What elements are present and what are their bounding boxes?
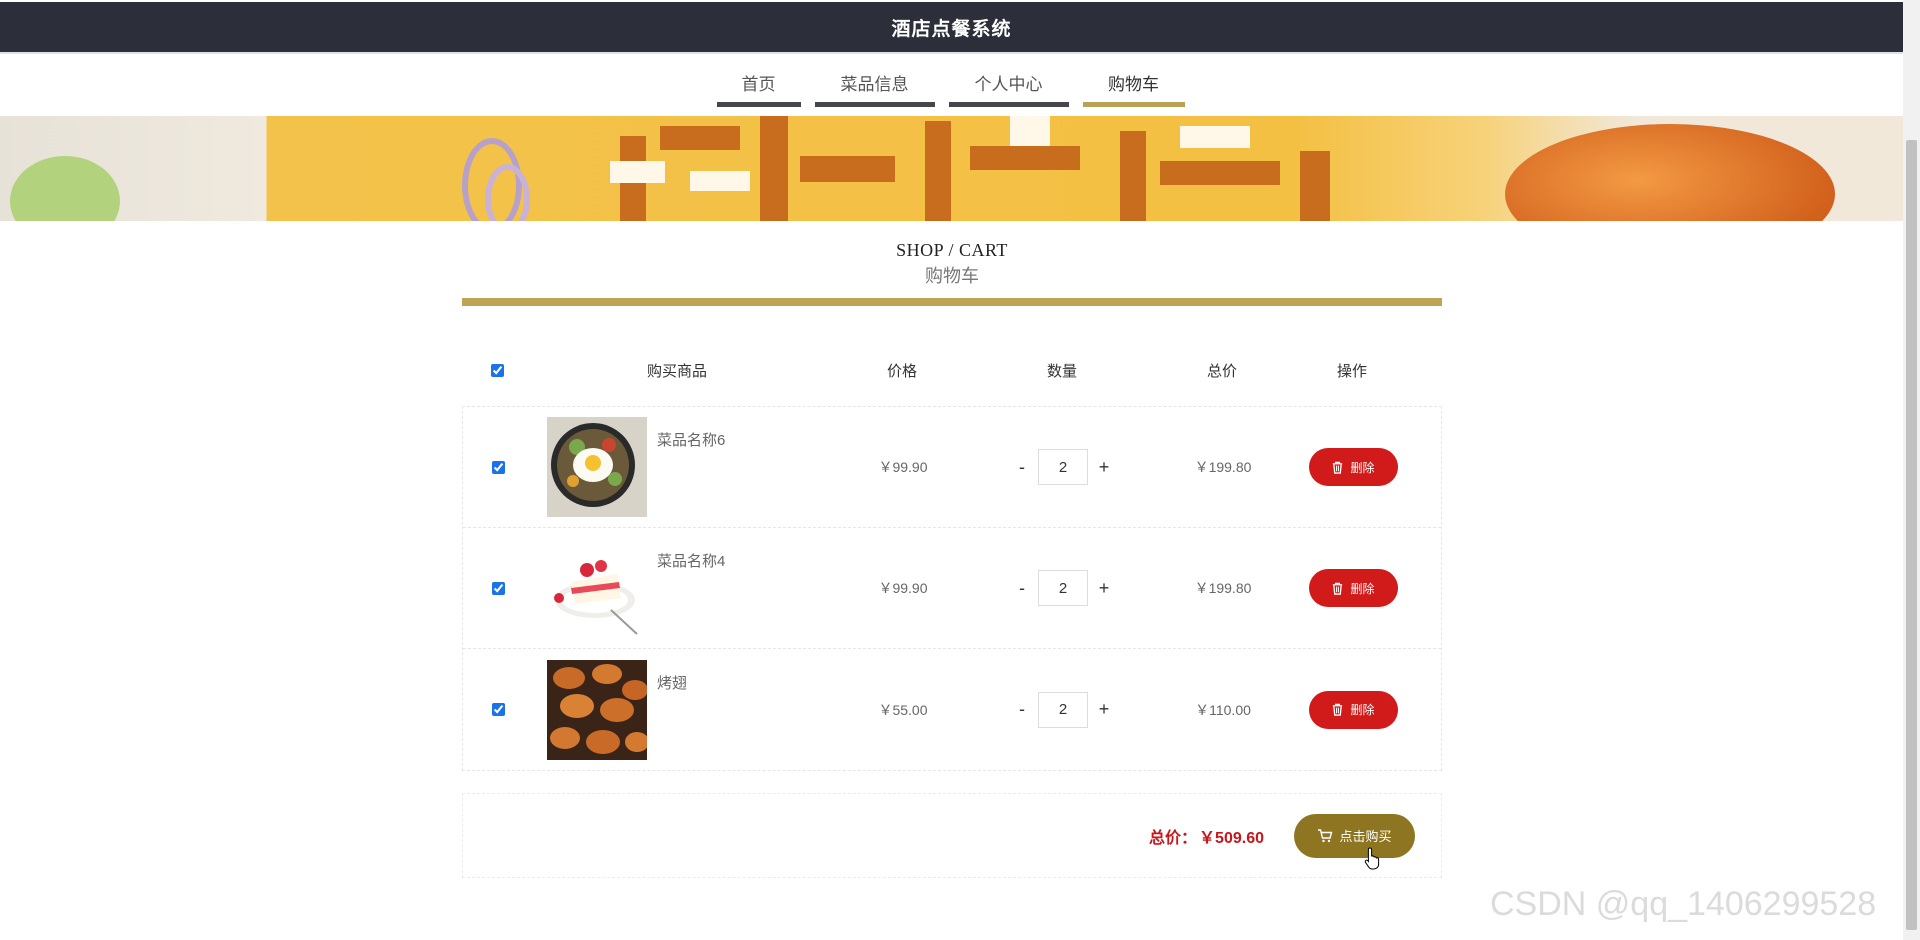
- section-title-cn: 购物车: [925, 266, 979, 286]
- table-header: 购买商品 价格 数量 总价 操作: [462, 340, 1442, 400]
- product-cell: 菜品名称6: [533, 417, 823, 517]
- row-total: ￥199.80: [1194, 459, 1252, 475]
- delete-button[interactable]: 删除: [1308, 448, 1398, 486]
- product-name[interactable]: 烤翅: [657, 672, 687, 693]
- qty-input[interactable]: [1038, 449, 1088, 485]
- hand-cursor-icon: [1364, 847, 1380, 870]
- top-header: 酒店点餐系统: [0, 2, 1903, 52]
- unit-price: ￥99.90: [878, 580, 928, 596]
- delete-button[interactable]: 删除: [1308, 690, 1398, 729]
- banner-graphic: [1010, 116, 1050, 146]
- strawberry-cake-image[interactable]: [547, 538, 647, 638]
- trash-icon: [1333, 582, 1343, 595]
- qty-cell: - +: [983, 570, 1143, 606]
- banner-graphic: [800, 156, 895, 182]
- cart-icon: [1318, 828, 1333, 842]
- unit-price: ￥55.00: [878, 701, 928, 718]
- app-title: 酒店点餐系统: [891, 18, 1012, 40]
- op-cell: 删除: [1303, 569, 1403, 607]
- product-name[interactable]: 菜品名称6: [657, 429, 725, 450]
- page-scrollbar[interactable]: [1903, 0, 1920, 940]
- product-name[interactable]: 菜品名称4: [657, 550, 725, 571]
- banner-graphic: [760, 116, 788, 221]
- cart-table: 购买商品 价格 数量 总价 操作 菜品名称6 ￥99.90 - 2 + ￥199…: [462, 340, 1442, 771]
- delete-label: 删除: [1350, 460, 1375, 475]
- banner-greens: [10, 156, 120, 221]
- header-price: 价格: [886, 362, 917, 380]
- row-total: ￥110.00: [1195, 701, 1251, 718]
- unit-price: ￥99.90: [878, 459, 928, 475]
- qty-increase-button[interactable]: +: [1088, 578, 1120, 599]
- select-all-cell: [462, 363, 532, 377]
- product-cell: 菜品名称4: [533, 538, 823, 638]
- banner-graphic: [660, 126, 740, 150]
- nav-profile[interactable]: 个人中心: [948, 62, 1069, 107]
- banner-graphic: [970, 146, 1080, 170]
- qty-cell: - +: [983, 691, 1143, 728]
- banner-graphic: [1300, 151, 1330, 221]
- nav-home[interactable]: 首页: [716, 62, 801, 107]
- promo-banner: [0, 116, 1903, 221]
- checkout-bar: 总价： ￥509.60 点击购买: [462, 793, 1442, 878]
- trash-icon: [1333, 461, 1343, 474]
- fried-egg-bibimbap-image[interactable]: [547, 417, 647, 517]
- qty-decrease-button[interactable]: -: [1006, 457, 1038, 478]
- banner-graphic: [690, 171, 750, 191]
- cart-row: 菜品名称4 ￥99.90 - + ￥199.80 删除: [463, 528, 1441, 649]
- row-total: ￥199.80: [1194, 580, 1252, 596]
- buy-button[interactable]: 点击购买: [1294, 813, 1415, 858]
- qty-decrease-button[interactable]: -: [1006, 699, 1038, 720]
- cart-row: 菜品名称6 ￥99.90 - + ￥199.80 删除: [463, 407, 1441, 528]
- scrollbar-thumb[interactable]: [1906, 140, 1917, 930]
- row-checkbox[interactable]: [491, 703, 505, 716]
- buy-label: 点击购买: [1339, 829, 1392, 844]
- delete-label: 删除: [1350, 581, 1375, 596]
- cart-items: 菜品名称6 ￥99.90 - + ￥199.80 删除: [462, 406, 1442, 771]
- watermark: CSDN @qq_1406299528: [1490, 885, 1877, 923]
- section-heading: SHOP / CART 购物车: [462, 240, 1442, 288]
- qty-input[interactable]: [1038, 691, 1088, 728]
- delete-button[interactable]: 删除: [1308, 569, 1398, 607]
- header-op: 操作: [1336, 362, 1367, 380]
- qty-increase-button[interactable]: +: [1088, 457, 1120, 478]
- banner-graphic: [1180, 126, 1250, 148]
- select-all-checkbox[interactable]: [490, 363, 504, 377]
- header-divider: [0, 52, 1903, 54]
- trash-icon: [1333, 703, 1343, 716]
- row-check-cell: [463, 703, 533, 716]
- nav-dishes[interactable]: 菜品信息: [814, 62, 935, 107]
- banner-graphic: [925, 121, 951, 221]
- nav-cart[interactable]: 购物车: [1082, 62, 1185, 107]
- cart-row: 烤翅 ￥55.00 - + ￥110.00 删除: [463, 649, 1441, 770]
- qty-increase-button[interactable]: +: [1088, 699, 1120, 720]
- delete-label: 删除: [1350, 703, 1375, 717]
- section-divider: [462, 298, 1442, 306]
- banner-roast-chicken: [1505, 124, 1835, 221]
- row-checkbox[interactable]: [491, 581, 505, 595]
- header-total: 总价: [1206, 362, 1237, 380]
- op-cell: 删除: [1303, 690, 1403, 729]
- section-title-en: SHOP / CART: [896, 240, 1008, 260]
- qty-input[interactable]: [1038, 570, 1088, 606]
- banner-graphic: [610, 161, 665, 183]
- grand-total-label: 总价：: [1149, 829, 1198, 847]
- qty-decrease-button[interactable]: -: [1006, 578, 1038, 599]
- banner-graphic: [1160, 161, 1280, 185]
- grilled-wings-image[interactable]: [547, 659, 647, 760]
- product-cell: 烤翅: [533, 659, 823, 760]
- banner-onion-ring: [485, 164, 530, 221]
- row-check-cell: [463, 581, 533, 595]
- grand-total-value: ￥509.60: [1199, 829, 1264, 847]
- header-qty: 数量: [1046, 362, 1077, 380]
- banner-graphic: [1120, 131, 1146, 221]
- op-cell: 删除: [1303, 448, 1403, 486]
- main-nav: 首页 菜品信息 个人中心 购物车: [0, 62, 1903, 107]
- header-product: 购买商品: [646, 362, 707, 380]
- qty-cell: - +: [983, 449, 1143, 485]
- row-checkbox[interactable]: [491, 460, 505, 474]
- row-check-cell: [463, 460, 533, 474]
